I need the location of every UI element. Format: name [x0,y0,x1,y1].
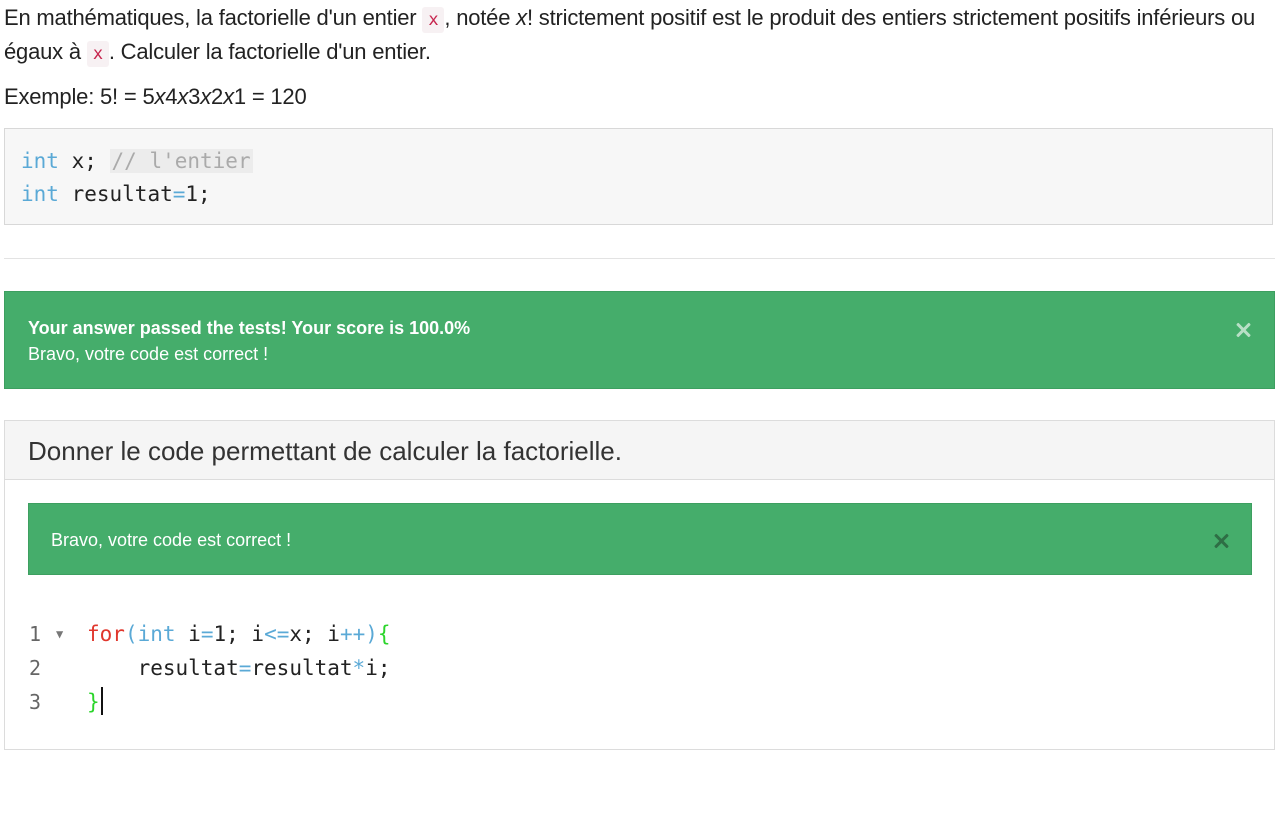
operator: * [352,656,366,680]
exercise-description: En mathématiques, la factorielle d'un en… [4,2,1276,70]
close-icon[interactable] [1211,531,1231,551]
code-editor[interactable]: 1 ▼ for(int i=1; i<=x; i++){ 2 resultat=… [29,617,1255,719]
example-part: 1 = 120 [233,84,307,109]
operator: = [200,622,214,646]
line-code: for(int i=1; i<=x; i++){ [87,617,391,651]
example-part: 3 [188,84,201,109]
given-code-line-1: int x; // l'entier [21,145,1272,178]
identifier: 1; i [213,622,265,646]
editor-line[interactable]: 3 } [29,685,1255,719]
editor-line[interactable]: 2 resultat=resultat*i; [29,651,1255,685]
line-code: resultat=resultat*i; [87,651,391,685]
operator: = [172,182,186,206]
alert-message: Bravo, votre code est correct ! [51,530,292,550]
line-code: } [87,685,103,719]
inline-code-x: x [86,41,109,67]
example-x: x [200,84,212,109]
type-keyword: int [21,149,59,173]
line-number: 3 [29,690,42,714]
given-code-line-2: int resultat=1; [21,178,1272,211]
text-cursor [100,687,103,715]
question-panel: Donner le code permettant de calculer la… [4,420,1275,750]
type-keyword: int [21,182,59,206]
brace: { [377,622,391,646]
example-x: x [223,84,234,109]
result-success-alert: Your answer passed the tests! Your score… [4,291,1275,389]
example-part: 4 [165,84,178,109]
identifier: i [175,622,201,646]
brace: } [87,690,100,714]
keyword: for [87,622,125,646]
example-text: Exemple: 5! = 5x4x3x2x1 = 120 [4,82,307,112]
identifier: x; i [289,622,340,646]
exercise-page: En mathématiques, la factorielle d'un en… [0,0,1280,750]
type-keyword: int [137,622,176,646]
operator: ++ [339,622,366,646]
identifier: x; [58,149,110,173]
punctuation: ) [365,622,378,646]
example-part: 2 [211,84,224,109]
description-text: . Calculer la factorielle d'un entier. [108,39,431,64]
code-comment: // l'entier [109,149,253,173]
operator: <= [264,622,290,646]
description-text: , notée [444,5,517,30]
description-var: x [516,5,527,30]
editor-line[interactable]: 1 ▼ for(int i=1; i<=x; i++){ [29,617,1255,651]
close-icon[interactable] [1233,320,1253,340]
divider [4,258,1275,259]
inline-code-x: x [422,7,445,33]
line-number: 2 [29,656,42,680]
feedback-success-alert: Bravo, votre code est correct ! [28,503,1252,575]
operator: = [238,656,252,680]
alert-title: Your answer passed the tests! Your score… [28,318,471,338]
example-x: x [154,84,166,109]
question-heading: Donner le code permettant de calculer la… [5,421,1274,480]
description-text: En mathématiques, la factorielle d'un en… [4,5,423,30]
literal: 1; [185,182,211,206]
example-part: Exemple: 5! = 5 [4,84,155,109]
punctuation: ( [124,622,138,646]
identifier: i; [365,656,391,680]
identifier: resultat [251,656,353,680]
identifier: resultat [137,656,239,680]
alert-message: Bravo, votre code est correct ! [28,344,269,364]
example-x: x [177,84,189,109]
given-code-block: int x; // l'entier int resultat=1; [4,128,1273,225]
identifier: resultat [58,182,173,206]
fold-arrow-icon[interactable]: ▼ [56,617,63,651]
